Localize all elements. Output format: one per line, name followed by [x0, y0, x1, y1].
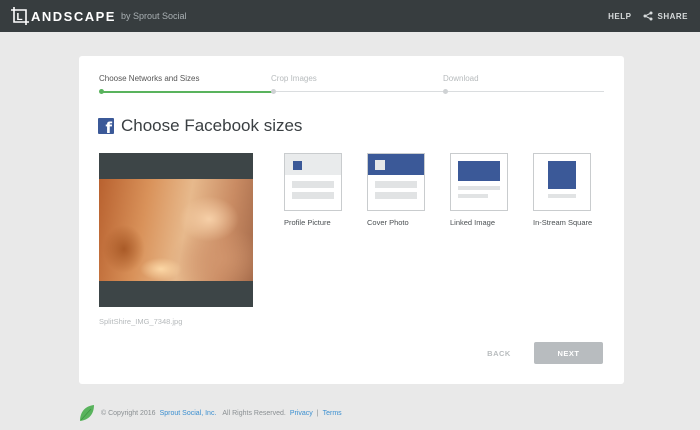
top-bar: L ANDSCAPE by Sprout Social HELP SHARE: [0, 0, 700, 32]
option-profile-picture[interactable]: Profile Picture: [284, 153, 344, 229]
step-dot-3: [443, 89, 448, 94]
in-stream-square-thumbnail: [533, 153, 591, 211]
option-in-stream-square[interactable]: In-Stream Square: [533, 153, 593, 229]
next-button[interactable]: NEXT: [534, 342, 603, 364]
facebook-icon: f: [98, 118, 114, 134]
main-card: Choose Networks and Sizes Crop Images Do…: [79, 56, 624, 384]
step-crop-images: Crop Images: [271, 74, 317, 83]
crop-logo-icon: L: [10, 6, 30, 26]
step-download: Download: [443, 74, 479, 83]
page-title: Choose Facebook sizes: [121, 116, 303, 135]
step-dot-2: [271, 89, 276, 94]
privacy-link[interactable]: Privacy: [290, 410, 313, 417]
progress-track-complete: [101, 90, 273, 93]
back-button[interactable]: BACK: [475, 342, 523, 364]
cover-photo-thumbnail: [367, 153, 425, 211]
logo-text: ANDSCAPE: [31, 8, 116, 24]
share-link[interactable]: SHARE: [643, 11, 688, 21]
image-filename: SplitShire_IMG_7348.jpg: [99, 317, 183, 326]
sprout-social-link[interactable]: Sprout Social, Inc.: [160, 410, 217, 417]
progress-steps: Choose Networks and Sizes Crop Images Do…: [99, 74, 604, 94]
option-label: Profile Picture: [284, 218, 331, 227]
image-preview: [99, 153, 253, 307]
uploaded-photo: [99, 179, 253, 281]
section-header: f Choose Facebook sizes: [98, 116, 302, 136]
option-linked-image[interactable]: Linked Image: [450, 153, 510, 229]
top-nav: HELP SHARE: [608, 0, 688, 32]
option-label: In-Stream Square: [533, 218, 593, 227]
linked-image-thumbnail: [450, 153, 508, 211]
option-label: Linked Image: [450, 218, 496, 227]
option-label: Cover Photo: [367, 218, 409, 227]
footer: © Copyright 2016 Sprout Social, Inc. All…: [79, 403, 342, 423]
share-icon: [643, 11, 653, 21]
help-link[interactable]: HELP: [608, 12, 631, 21]
svg-text:L: L: [17, 12, 23, 23]
step-dot-1: [99, 89, 104, 94]
share-label: SHARE: [657, 11, 688, 21]
option-cover-photo[interactable]: Cover Photo: [367, 153, 427, 229]
terms-link[interactable]: Terms: [323, 410, 342, 417]
landscape-logo[interactable]: L ANDSCAPE by Sprout Social: [10, 5, 187, 27]
footer-separator: |: [316, 409, 319, 417]
logo-byline: by Sprout Social: [120, 11, 187, 21]
sprout-leaf-icon: [79, 404, 95, 422]
step-choose-networks: Choose Networks and Sizes: [99, 74, 200, 83]
copyright-text: © Copyright 2016: [101, 409, 156, 417]
rights-text: All Rights Reserved.: [222, 409, 286, 417]
profile-picture-thumbnail: [284, 153, 342, 211]
